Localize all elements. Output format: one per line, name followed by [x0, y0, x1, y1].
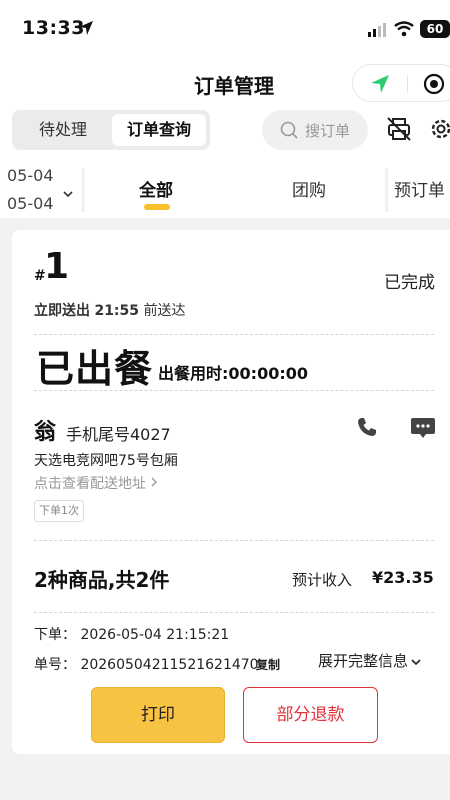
order-id: 单号： 20260504211521621470: [34, 657, 259, 673]
delivery-suffix: 前送达: [143, 303, 186, 319]
meal-state: 已出餐: [36, 347, 154, 391]
search-icon: [280, 121, 298, 143]
divider: [34, 390, 434, 391]
status-bar: 13:33 60: [0, 0, 450, 56]
date-end: 05-04: [7, 194, 54, 213]
phone-icon[interactable]: [356, 416, 378, 442]
expand-details-button[interactable]: 展开完整信息: [318, 650, 422, 671]
mini-program-capsule: [352, 64, 450, 102]
tab-order-query[interactable]: 订单查询: [112, 114, 206, 146]
customer-surname: 翁: [34, 420, 57, 445]
order-segment-control: 待处理 订单查询: [12, 110, 210, 150]
customer-phone: 手机尾号4027: [66, 425, 171, 444]
chevron-down-icon: [411, 658, 421, 665]
order-number: 1: [44, 246, 70, 287]
navigation-arrow-icon[interactable]: [370, 74, 390, 98]
capsule-divider: [407, 75, 408, 93]
delivery-address: 天选电竞网吧75号包厢: [34, 453, 178, 469]
view-address-link[interactable]: 点击查看配送地址: [34, 473, 158, 493]
partial-refund-button[interactable]: 部分退款: [243, 687, 378, 743]
order-search-box[interactable]: 搜订单: [262, 110, 368, 150]
search-placeholder: 搜订单: [305, 122, 351, 140]
order-card[interactable]: # 1 已完成 立即送出 21:55 前送达 已出餐 出餐用时:00:00:00…: [12, 230, 450, 754]
order-time: 下单： 2026-05-04 21:15:21: [34, 627, 230, 643]
delivery-time: 21:55: [94, 303, 140, 319]
expand-details-label: 展开完整信息: [318, 652, 409, 670]
date-divider: [82, 168, 86, 212]
order-count-badge: 下单1次: [34, 500, 84, 522]
date-range-picker[interactable]: 05-04 05-04: [0, 164, 82, 216]
tab-pending[interactable]: 待处理: [16, 114, 110, 146]
status-time: 13:33: [22, 17, 85, 39]
income-value: ¥23.35: [372, 568, 434, 587]
divider: [34, 612, 434, 613]
order-status: 已完成: [384, 273, 435, 293]
view-address-label: 点击查看配送地址: [34, 476, 146, 492]
chevron-right-icon: [151, 477, 158, 487]
income-label: 预计收入: [292, 571, 353, 589]
divider: [34, 540, 434, 541]
delivery-info: 立即送出 21:55 前送达: [34, 300, 185, 320]
print-button[interactable]: 打印: [91, 687, 225, 743]
chevron-down-icon: [62, 184, 74, 203]
active-tab-indicator: [144, 204, 170, 210]
target-icon[interactable]: [423, 73, 445, 99]
printer-off-icon[interactable]: [386, 116, 412, 146]
wifi-icon: [394, 21, 414, 41]
gear-icon[interactable]: [428, 116, 450, 146]
location-arrow-icon: [78, 20, 94, 40]
date-start: 05-04: [7, 166, 54, 185]
meal-duration: 出餐用时:00:00:00: [158, 364, 308, 383]
tab-scroll-shadow: [384, 168, 388, 212]
divider: [34, 334, 434, 335]
cellular-signal-icon: [368, 22, 388, 41]
delivery-prefix: 立即送出: [34, 303, 90, 319]
copy-order-id-button[interactable]: 复制: [256, 656, 280, 673]
message-icon[interactable]: [410, 416, 436, 444]
goods-summary: 2种商品,共2件: [34, 568, 170, 592]
filter-tab-all[interactable]: 全部: [139, 176, 173, 201]
filter-tab-preorder[interactable]: 预订单: [394, 176, 445, 201]
filter-tab-group-buy[interactable]: 团购: [292, 176, 326, 201]
battery-indicator: 60: [420, 20, 450, 38]
